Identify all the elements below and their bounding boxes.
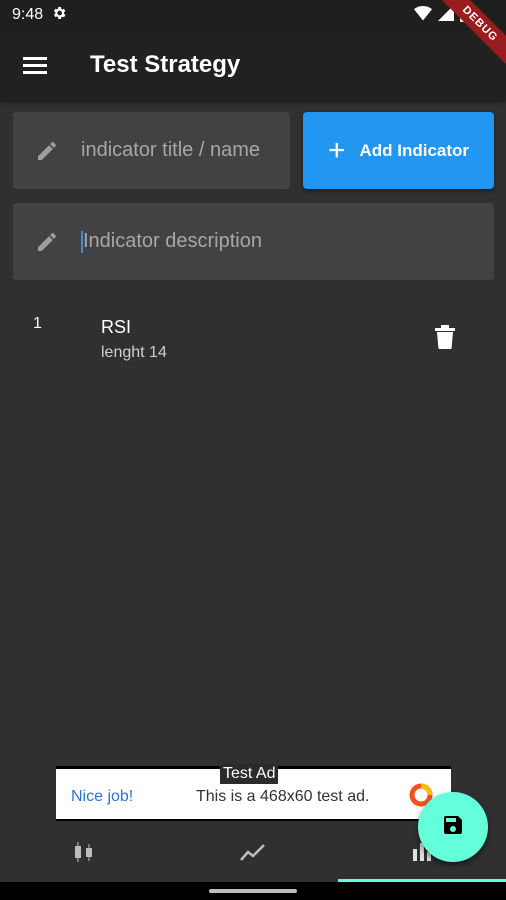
status-bar: 9:48 (0, 0, 506, 30)
wifi-icon (414, 5, 432, 26)
pencil-icon (13, 230, 81, 254)
menu-icon[interactable] (0, 30, 70, 100)
ad-label: Test Ad (220, 764, 279, 784)
indicator-detail: lenght 14 (101, 344, 167, 361)
indicator-title-field[interactable]: indicator title / name (13, 112, 290, 189)
indicator-name: RSI (101, 317, 132, 337)
status-time: 9:48 (12, 6, 44, 23)
trend-line-icon (240, 842, 266, 867)
candlestick-icon (73, 841, 95, 868)
add-indicator-button[interactable]: + Add Indicator (303, 112, 494, 189)
indicator-description-field[interactable]: Indicator description (13, 203, 494, 280)
ad-text: This is a 468x60 test ad. (196, 788, 370, 805)
save-icon (441, 813, 465, 842)
list-item[interactable]: 1 RSI lenght 14 (0, 300, 506, 370)
indicator-index: 1 (33, 315, 42, 332)
save-button[interactable] (418, 792, 488, 862)
add-indicator-label: Add Indicator (359, 140, 470, 160)
indicator-title-placeholder: indicator title / name (81, 139, 260, 161)
ad-headline: Nice job! (71, 788, 134, 805)
gear-icon (51, 5, 67, 26)
pencil-icon (13, 139, 81, 163)
nav-item-candlestick[interactable] (0, 826, 168, 882)
nav-item-trend[interactable] (169, 826, 337, 882)
gesture-navigation-bar (0, 882, 506, 900)
page-title: Test Strategy (90, 51, 241, 78)
home-indicator[interactable] (209, 889, 297, 893)
ad-banner[interactable]: Test Ad Nice job! This is a 468x60 test … (56, 764, 451, 821)
app-bar: Test Strategy (0, 30, 506, 100)
plus-icon: + (327, 133, 346, 167)
indicator-description-placeholder: Indicator description (83, 230, 262, 252)
delete-icon[interactable] (434, 325, 456, 354)
